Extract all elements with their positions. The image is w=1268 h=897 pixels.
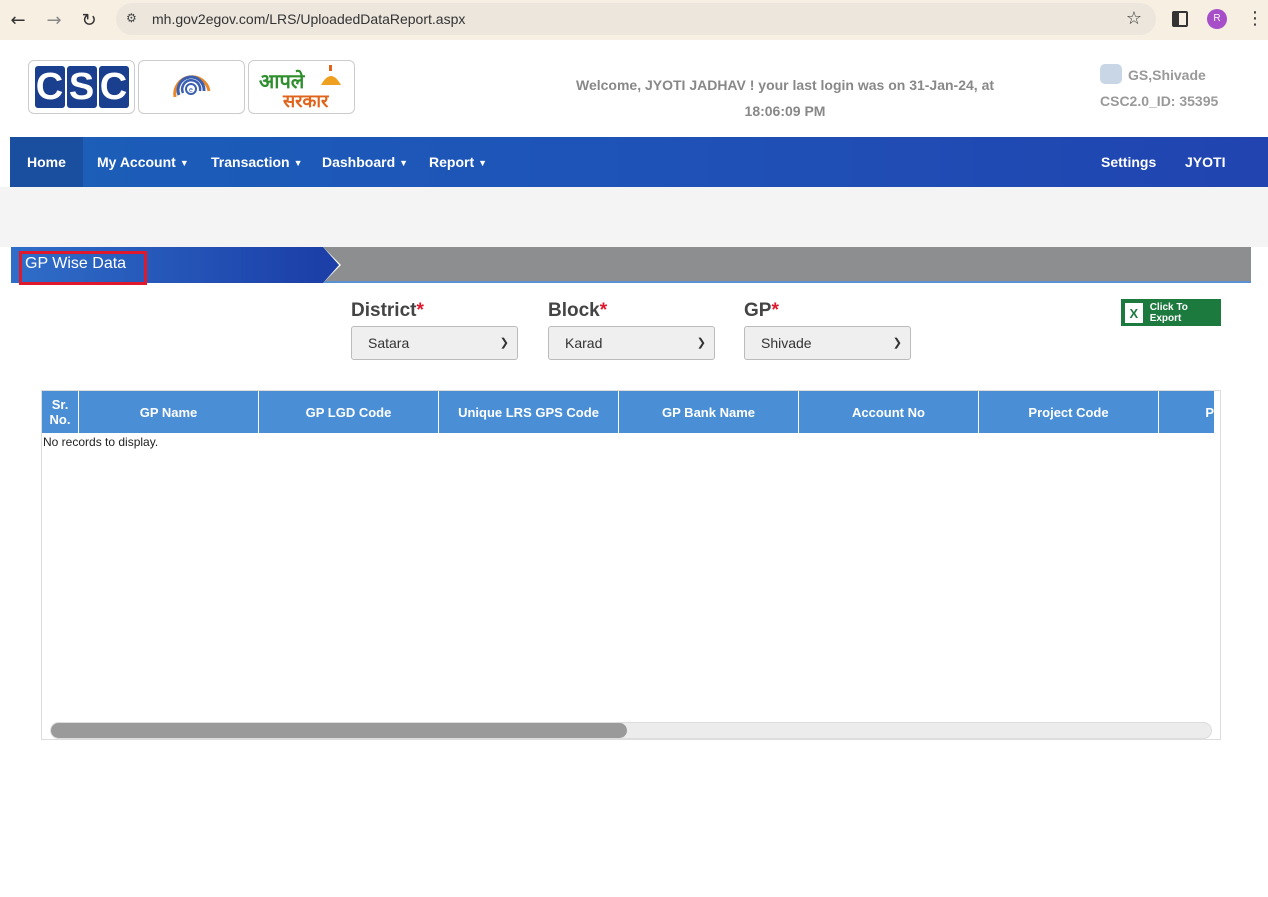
egov-logo[interactable]: e (138, 60, 245, 114)
bookmark-star-icon[interactable]: ☆ (1126, 8, 1142, 29)
district-value: Satara (368, 335, 410, 351)
site-header: C S C e आपले सरकार Welcome, JYOTI JADHAV… (0, 42, 1268, 137)
nav-transaction-label: Transaction (211, 154, 290, 170)
chevron-down-icon: ❯ (696, 337, 706, 349)
horizontal-scrollbar[interactable] (50, 722, 1212, 739)
gp-select[interactable]: Shivade ❯ (744, 326, 911, 360)
district-select[interactable]: Satara ❯ (351, 326, 518, 360)
caret-down-icon: ▼ (293, 158, 303, 168)
nav-transaction[interactable]: Transaction ▼ (194, 137, 320, 187)
side-panel-icon[interactable] (1172, 11, 1188, 27)
column-header[interactable]: GP Name (79, 391, 259, 433)
user-csc-id: CSC2.0_ID: 35395 (1100, 93, 1219, 109)
main-navbar: Home My Account ▼ Transaction ▼ Dashboard ▼… (10, 137, 1268, 187)
export-label: Click To Export (1149, 301, 1188, 324)
empty-message: No records to display. (43, 435, 159, 449)
profile-avatar[interactable]: R (1207, 9, 1227, 29)
gp-label-text: GP (744, 300, 772, 321)
block-label-text: Block (548, 300, 600, 321)
browser-toolbar: ← → ↻ ⚙ mh.gov2egov.com/LRS/UploadedData… (0, 0, 1268, 40)
menu-icon[interactable]: ⋮ (1246, 8, 1264, 29)
nav-my-account[interactable]: My Account ▼ (80, 137, 206, 187)
nav-my-account-label: My Account (97, 154, 176, 170)
page-background (0, 187, 1268, 247)
column-header[interactable]: Sr. No. (42, 391, 79, 433)
nav-report-label: Report (429, 154, 475, 170)
caret-down-icon: ▼ (399, 158, 409, 168)
block-label: Block* (548, 300, 607, 322)
csc-logo[interactable]: C S C (28, 60, 135, 114)
required-mark: * (771, 300, 779, 321)
grid-header-row: Sr. No. GP Name GP LGD Code Unique LRS G… (42, 391, 1214, 433)
url-text[interactable]: mh.gov2egov.com/LRS/UploadedDataReport.a… (152, 11, 465, 27)
nav-home[interactable]: Home (10, 137, 83, 187)
column-header[interactable]: GP LGD Code (259, 391, 439, 433)
export-button[interactable]: X Click To Export (1121, 299, 1221, 326)
csc-logo-letter: C (98, 66, 129, 108)
forward-icon[interactable]: → (42, 8, 66, 32)
column-header[interactable]: Account No (799, 391, 979, 433)
dome-icon (321, 65, 341, 85)
chevron-down-icon: ❯ (499, 337, 509, 349)
address-bar[interactable]: ⚙ mh.gov2egov.com/LRS/UploadedDataReport… (116, 3, 1156, 35)
gp-value: Shivade (761, 335, 812, 351)
data-grid: Sr. No. GP Name GP LGD Code Unique LRS G… (41, 390, 1221, 740)
nav-dashboard-label: Dashboard (322, 154, 396, 170)
section-header: GP Wise Data (11, 247, 1251, 283)
site-info-icon[interactable]: ⚙ (126, 11, 142, 27)
column-header[interactable]: GP Bank Name (619, 391, 799, 433)
district-label-text: District (351, 300, 417, 321)
block-value: Karad (565, 335, 603, 351)
back-icon[interactable]: ← (6, 8, 30, 32)
welcome-message: Welcome, JYOTI JADHAV ! your last login … (540, 72, 1030, 124)
chevron-down-icon: ❯ (892, 337, 902, 349)
required-mark: * (599, 300, 608, 321)
nav-dashboard[interactable]: Dashboard ▼ (305, 137, 425, 187)
last-login-time: 18:06:09 PM (744, 103, 826, 119)
egov-emblem-icon: e (173, 75, 211, 98)
reload-icon[interactable]: ↻ (77, 8, 101, 32)
nav-report[interactable]: Report ▼ (412, 137, 504, 187)
column-header[interactable]: Project Code (979, 391, 1159, 433)
block-select[interactable]: Karad ❯ (548, 326, 715, 360)
required-mark: * (416, 300, 424, 321)
aaple-sarkar-logo[interactable]: आपले सरकार (248, 60, 355, 114)
column-header[interactable]: Unique LRS GPS Code (439, 391, 619, 433)
csc-logo-letter: S (66, 66, 97, 108)
caret-down-icon: ▼ (478, 158, 488, 168)
district-label: District* (351, 300, 424, 322)
sarkar-logo-text: सरकार (283, 91, 329, 112)
welcome-line: Welcome, JYOTI JADHAV ! your last login … (575, 77, 995, 93)
nav-user[interactable]: JYOTI (1168, 137, 1242, 187)
user-name: GS,Shivade (1128, 67, 1206, 83)
gp-label: GP* (744, 300, 779, 322)
user-info: GS,Shivade CSC2.0_ID: 35395 (1100, 62, 1218, 114)
nav-settings[interactable]: Settings (1084, 137, 1173, 187)
caret-down-icon: ▼ (179, 158, 189, 168)
scrollbar-thumb[interactable] (51, 723, 627, 738)
section-arrow (323, 247, 339, 283)
column-header[interactable]: P (1159, 391, 1214, 433)
highlight-box (19, 251, 147, 285)
excel-icon: X (1124, 301, 1144, 324)
user-avatar-icon (1100, 64, 1122, 84)
svg-text:e: e (189, 87, 193, 94)
csc-logo-letter: C (34, 66, 65, 108)
